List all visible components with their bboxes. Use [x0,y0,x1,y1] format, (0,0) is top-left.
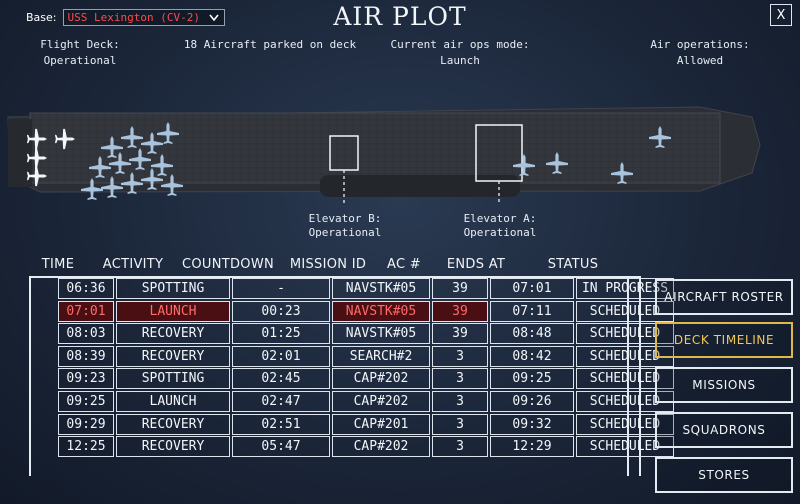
cell-activity: SPOTTING [116,368,230,390]
deck-timeline-button[interactable]: DECK TIMELINE [655,322,793,358]
table-row[interactable]: 09:29 RECOVERY 02:51 CAP#201 3 09:32 SCHEDULED [58,413,674,436]
air-operations-value: Allowed [676,54,724,67]
cell-countdown: 02:45 [232,368,330,390]
cell-time: 09:25 [58,391,114,412]
elevator-a-title: Elevator A: [463,212,537,225]
elevator-b-status: Operational [308,226,382,239]
parked-aircraft-text: 18 Aircraft parked on deck [183,38,357,51]
cell-time: 06:36 [58,278,114,299]
cell-ac-count: 39 [432,278,488,299]
elevator-b-title: Elevator B: [308,212,382,225]
air-ops-mode-status: Current air ops mode: Launch [375,37,545,69]
cell-ac-count: 39 [432,300,488,322]
stores-button[interactable]: STORES [655,457,793,493]
cell-mission-id: CAP#202 [332,391,430,412]
cell-ends-at: 07:01 [490,278,574,299]
column-header-countdown: COUNTDOWN [181,257,274,272]
cell-ends-at: 09:26 [490,391,574,412]
cell-time: 08:03 [58,323,114,345]
air-operations-label: Air operations: [650,38,750,51]
close-icon: X [776,7,786,23]
table-row[interactable]: 06:36 SPOTTING - NAVSTK#05 39 07:01 IN PROGRES… [58,278,674,300]
table-row[interactable]: 08:03 RECOVERY 01:25 NAVSTK#05 39 08:48 SCHEDU… [58,323,674,345]
aircraft-roster-button[interactable]: AIRCRAFT ROSTER [655,279,793,315]
table-row[interactable]: 12:25 RECOVERY 05:47 CAP#202 3 12:29 SCHEDULED [58,436,674,458]
table-row[interactable]: 08:39 RECOVERY 02:01 SEARCH#2 3 08:42 SCHEDULE… [58,345,674,368]
cell-ac-count: 3 [432,368,488,390]
cell-ends-at: 09:25 [490,368,574,390]
page-title: AIR PLOT [333,2,467,31]
cell-time: 07:01 [58,300,114,322]
cell-countdown: - [232,278,330,299]
cell-ac-count: 39 [432,323,488,345]
cell-activity: SPOTTING [116,278,230,299]
cell-activity: RECOVERY [116,323,230,345]
column-header-time: TIME [41,257,75,272]
air-ops-mode-value: Launch [440,54,480,67]
cell-activity: LAUNCH [116,300,230,322]
elevator-b-label: Elevator B: Operational [300,212,390,240]
flight-deck-status: Flight Deck: Operational [20,37,140,69]
cell-countdown: 02:01 [232,345,330,367]
column-header-ac: AC # [387,257,421,272]
cell-mission-id: CAP#202 [332,368,430,390]
cell-mission-id: CAP#202 [332,436,430,458]
cell-mission-id: SEARCH#2 [332,345,430,367]
air-ops-mode-label: Current air ops mode: [390,38,530,51]
cell-countdown: 00:23 [232,300,330,322]
cell-activity: RECOVERY [116,345,230,367]
cell-ends-at: 09:32 [490,413,574,435]
timeline-header-row: TIME ACTIVITY COUNTDOWN MISSION ID AC # … [30,257,630,275]
cell-activity: RECOVERY [116,413,230,435]
cell-ends-at: 07:11 [490,300,574,322]
cell-countdown: 02:47 [232,391,330,412]
cell-activity: RECOVERY [116,436,230,458]
cell-time: 08:39 [58,345,114,367]
cell-countdown: 05:47 [232,436,330,458]
air-operations-status: Air operations: Allowed [620,37,780,69]
cell-time: 09:23 [58,368,114,390]
table-row[interactable]: 07:01 LAUNCH 00:23 NAVSTK#05 39 07:11 SCHEDULE… [58,300,674,323]
column-header-activity: ACTIVITY [102,257,164,272]
cell-time: 09:29 [58,413,114,435]
cell-mission-id: NAVSTK#05 [332,278,430,299]
column-header-mission-id: MISSION ID [289,257,367,272]
column-header-ends-at: ENDS AT [446,257,506,272]
flight-deck-label: Flight Deck: [40,38,120,51]
cell-time: 12:25 [58,436,114,458]
parked-aircraft-status: 18 Aircraft parked on deck [165,37,375,53]
cell-mission-id: CAP#201 [332,413,430,435]
cell-mission-id: NAVSTK#05 [332,323,430,345]
cell-countdown: 01:25 [232,323,330,345]
table-row[interactable]: 09:23 SPOTTING 02:45 CAP#202 3 09:25 SCHEDULED [58,368,674,390]
cell-countdown: 02:51 [232,413,330,435]
table-row[interactable]: 09:25 LAUNCH 02:47 CAP#202 3 09:26 SCHEDULED [58,391,674,413]
missions-button[interactable]: MISSIONS [655,367,793,403]
squadrons-button[interactable]: SQUADRONS [655,412,793,448]
elevator-a-label: Elevator A: Operational [450,212,550,240]
flight-deck-value: Operational [43,54,117,67]
cell-ac-count: 3 [432,345,488,367]
cell-mission-id: NAVSTK#05 [332,300,430,322]
cell-ac-count: 3 [432,391,488,412]
carrier-deck-illustration [7,106,761,205]
cell-ac-count: 3 [432,436,488,458]
cell-ac-count: 3 [432,413,488,435]
cell-ends-at: 08:42 [490,345,574,367]
elevator-a-status: Operational [463,226,537,239]
column-header-status: STATUS [547,257,599,272]
cell-ends-at: 08:48 [490,323,574,345]
close-button[interactable]: X [770,4,792,26]
cell-activity: LAUNCH [116,391,230,412]
cell-ends-at: 12:29 [490,436,574,458]
carrier-deck-view: Elevator B: Operational Elevator A: Oper… [0,95,800,245]
